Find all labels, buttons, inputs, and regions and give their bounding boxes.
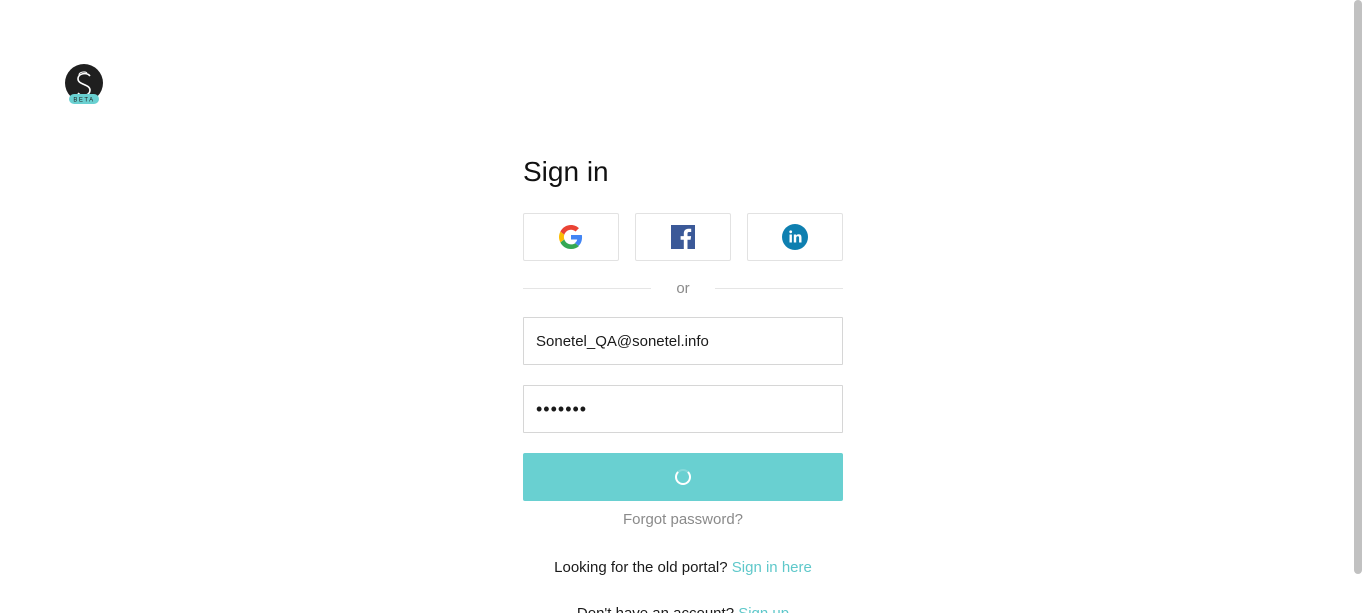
logo-icon: BETA [65,64,103,104]
linkedin-icon [782,224,808,250]
old-portal-text: Looking for the old portal? [554,559,728,576]
password-value: ••••••• [536,398,588,419]
email-value: Sonetel_QA@sonetel.info [536,332,709,350]
divider-line-left [523,287,651,289]
sonetel-logo[interactable]: BETA [64,64,104,106]
signin-submit-button[interactable] [523,453,843,501]
social-login-row [523,213,843,261]
divider-line-right [715,287,843,289]
old-portal-signin-link[interactable]: Sign in here [732,559,812,576]
password-field[interactable]: ••••••• [523,385,843,433]
linkedin-signin-button[interactable] [747,213,843,261]
divider-text: or [676,279,690,297]
signin-form: Sign in or Sonetel_QA@sonetel.info •••••… [523,150,843,613]
loading-spinner-icon [675,469,691,485]
page-title: Sign in [523,156,609,187]
email-field[interactable]: Sonetel_QA@sonetel.info [523,317,843,365]
facebook-icon [671,225,695,249]
google-signin-button[interactable] [523,213,619,261]
page-scrollbar[interactable] [1354,0,1362,574]
google-icon [559,225,583,249]
facebook-signin-button[interactable] [635,213,731,261]
signup-link[interactable]: Sign up [738,605,789,613]
signup-text: Don't have an account? [577,605,734,613]
login-page: BETA Sign in or Sonetel_QA@sonetel.info … [0,0,1366,613]
forgot-password-link[interactable]: Forgot password? [523,511,843,528]
signup-prompt: Don't have an account? Sign up [523,605,843,613]
old-portal-prompt: Looking for the old portal? Sign in here [523,559,843,576]
beta-badge: BETA [73,98,94,104]
or-divider: or [523,278,843,298]
